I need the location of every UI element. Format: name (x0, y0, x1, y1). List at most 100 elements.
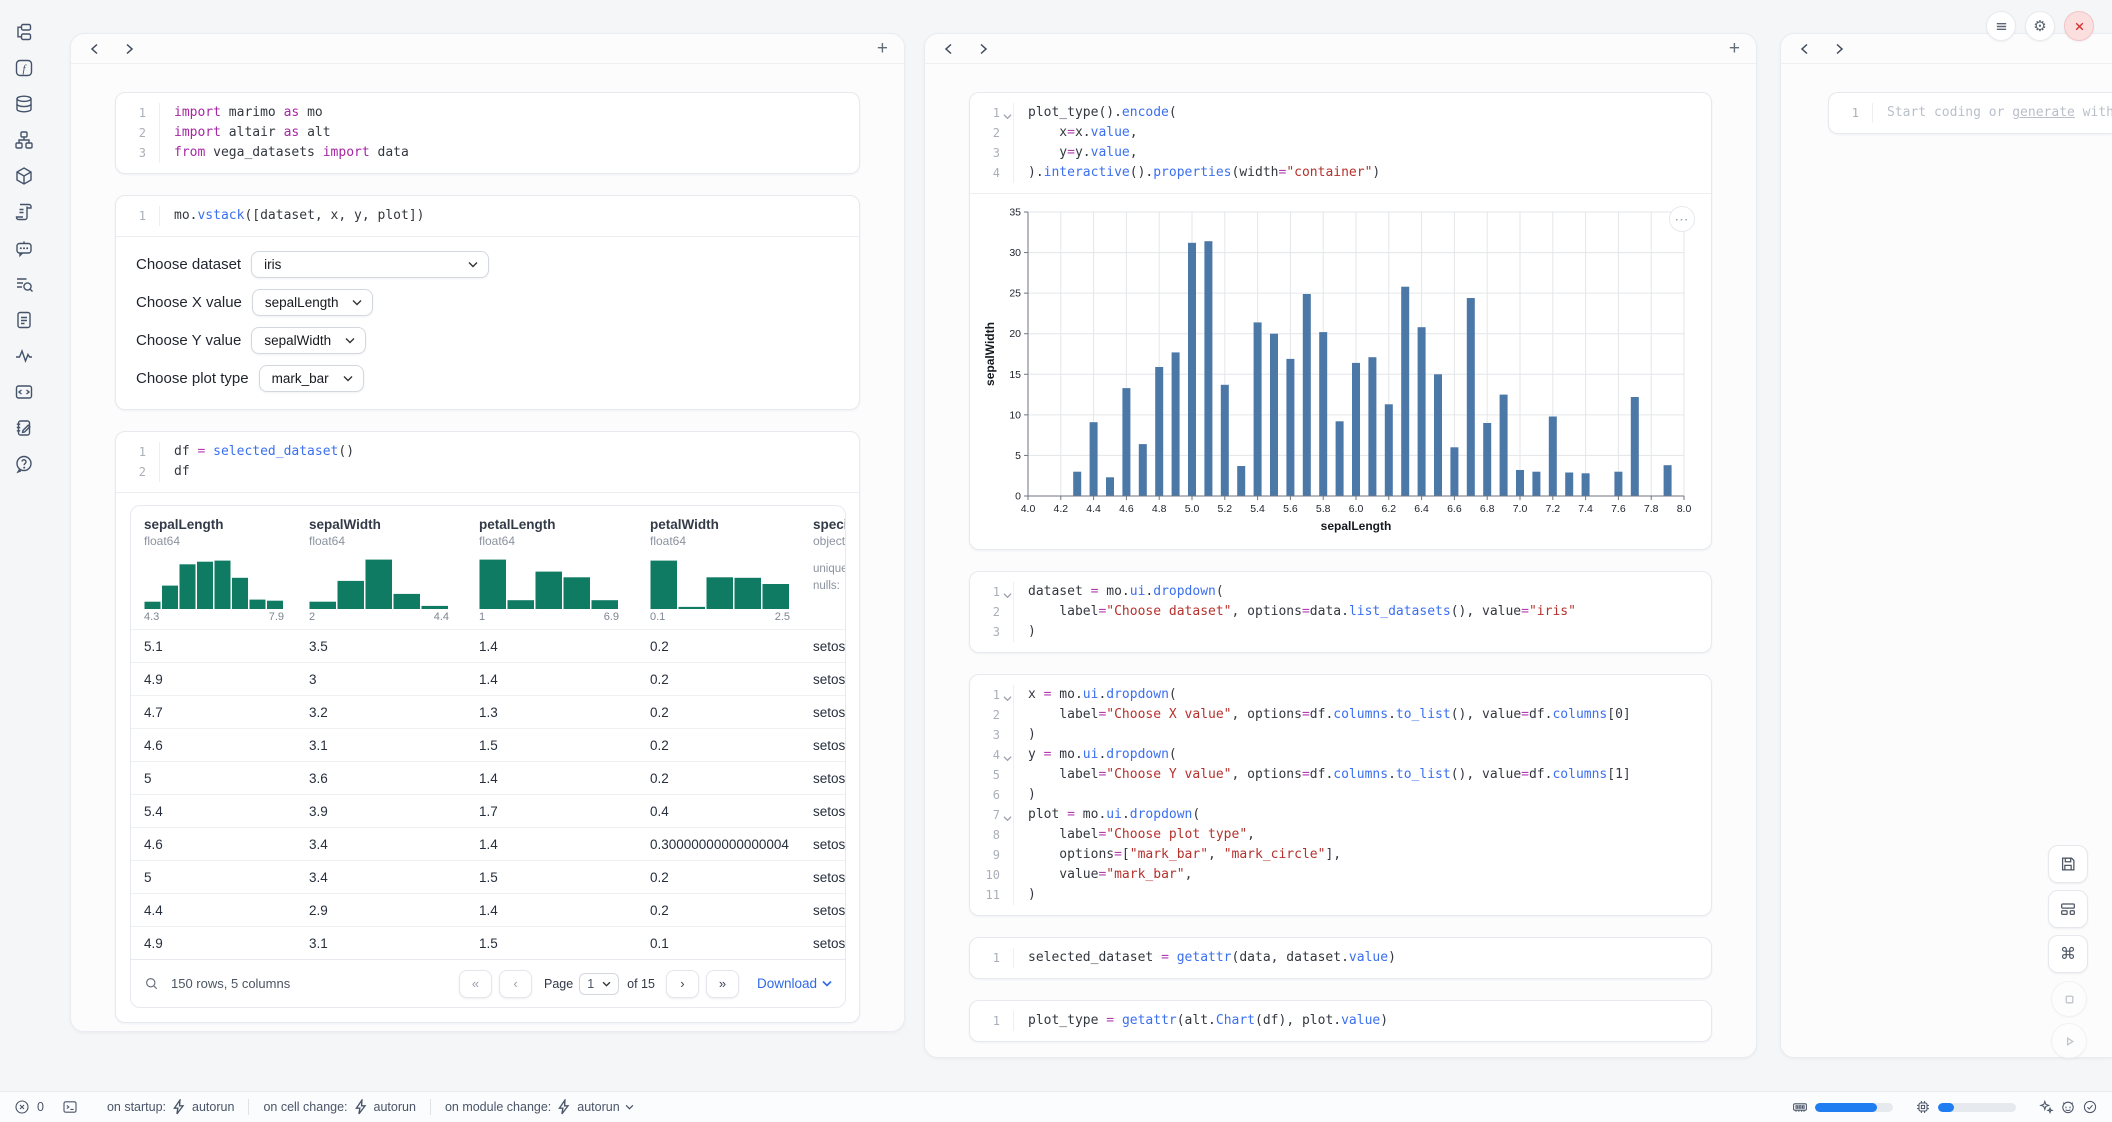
code-line[interactable]: 1x = mo.ui.dropdown( (970, 685, 1711, 705)
fold-toggle-icon[interactable] (1002, 749, 1012, 759)
choose-plot-type-select[interactable]: mark_bar (259, 365, 364, 392)
shutdown-button[interactable] (2064, 11, 2094, 41)
sidebar-chat-button[interactable] (0, 230, 48, 266)
fold-toggle-icon[interactable] (1002, 809, 1012, 819)
code-line[interactable]: 7plot = mo.ui.dropdown( (970, 805, 1711, 825)
code-line[interactable]: 9 options=["mark_bar", "mark_circle"], (970, 845, 1711, 865)
code-cell-vstack[interactable]: 1mo.vstack([dataset, x, y, plot]) Choose… (115, 195, 860, 410)
chart-output[interactable]: 4.04.24.44.64.85.05.25.45.65.86.06.26.46… (970, 194, 1711, 549)
code-line[interactable]: 1plot_type = getattr(alt.Chart(df), plot… (970, 1011, 1711, 1031)
bar-chart[interactable]: 4.04.24.44.64.85.05.25.45.65.86.06.26.46… (982, 202, 1699, 545)
code-line[interactable]: 2 label="Choose X value", options=df.col… (970, 705, 1711, 725)
choose-y-value-select[interactable]: sepalWidth (251, 327, 366, 354)
table-column-header[interactable]: sepalWidthfloat6424.4 (309, 517, 479, 623)
choose-dataset-select[interactable]: iris (251, 251, 489, 278)
notebook-menu-button[interactable] (1986, 11, 2016, 41)
code-line[interactable]: 3 y=y.value, (970, 143, 1711, 163)
sidebar-file-explorer-button[interactable] (0, 14, 48, 50)
table-row[interactable]: 53.61.40.2setosa (131, 761, 845, 794)
code-line[interactable]: 11) (970, 885, 1711, 905)
code-cell-selected-dataset[interactable]: 1selected_dataset = getattr(data, datase… (969, 937, 1712, 979)
choose-x-value-select[interactable]: sepalLength (252, 289, 374, 316)
table-row[interactable]: 5.13.51.40.2setosa (131, 629, 845, 662)
table-column-header[interactable]: petalWidthfloat640.12.5 (650, 517, 813, 623)
code-cell-plot-type[interactable]: 1plot_type = getattr(alt.Chart(df), plot… (969, 1000, 1712, 1042)
table-row[interactable]: 5.43.91.70.4setosa (131, 794, 845, 827)
fold-toggle-icon[interactable] (1002, 689, 1012, 699)
code-line[interactable]: 4y = mo.ui.dropdown( (970, 745, 1711, 765)
column-move-right-icon[interactable] (1831, 41, 1847, 57)
sidebar-tracing-button[interactable] (0, 338, 48, 374)
runtime-setting[interactable]: on cell change:autorun (263, 1099, 416, 1115)
layout-toggle-button[interactable] (2048, 890, 2088, 928)
chart-actions-button[interactable]: ⋯ (1669, 206, 1695, 232)
runtime-setting[interactable]: on startup:autorun (107, 1099, 234, 1115)
code-line[interactable]: 10 value="mark_bar", (970, 865, 1711, 885)
code-line[interactable]: 5 label="Choose Y value", options=df.col… (970, 765, 1711, 785)
add-cell-button[interactable]: + (877, 39, 888, 58)
column-move-right-icon[interactable] (121, 41, 137, 57)
table-column-header[interactable]: speciesobjectuniquenulls: (813, 517, 845, 623)
sidebar-datasources-button[interactable] (0, 86, 48, 122)
download-button[interactable]: Download (757, 976, 832, 991)
sidebar-snippets-button[interactable] (0, 374, 48, 410)
ai-sparkles-button[interactable] (2038, 1099, 2054, 1115)
code-line[interactable]: 1selected_dataset = getattr(data, datase… (970, 948, 1711, 968)
sidebar-packages-button[interactable] (0, 158, 48, 194)
code-line[interactable]: 2import altair as alt (116, 123, 859, 143)
run-button[interactable] (2051, 1023, 2087, 1059)
code-line[interactable]: 1Start coding or generate with AI (1829, 103, 2112, 123)
code-line[interactable]: 3) (970, 725, 1711, 745)
sidebar-scratchpad-button[interactable] (0, 410, 48, 446)
add-cell-button[interactable]: + (1729, 39, 1740, 58)
table-column-header[interactable]: petalLengthfloat6416.9 (479, 517, 650, 623)
sidebar-functions-button[interactable]: f (0, 50, 48, 86)
column-move-right-icon[interactable] (975, 41, 991, 57)
code-line[interactable]: 8 label="Choose plot type", (970, 825, 1711, 845)
code-line[interactable]: 4).interactive().properties(width="conta… (970, 163, 1711, 183)
sidebar-help-button[interactable] (0, 446, 48, 482)
github-copilot-icon[interactable] (2060, 1099, 2076, 1115)
table-row[interactable]: 4.73.21.30.2setosa (131, 695, 845, 728)
code-line[interactable]: 6) (970, 785, 1711, 805)
code-cell-imports[interactable]: 1import marimo as mo2import altair as al… (115, 92, 860, 174)
table-row[interactable]: 4.931.40.2setosa (131, 662, 845, 695)
code-editor-placeholder[interactable]: 1Start coding or generate with AI (1829, 93, 2112, 133)
code-cell-xyplot-dropdowns[interactable]: 1x = mo.ui.dropdown(2 label="Choose X va… (969, 674, 1712, 916)
code-editor[interactable]: 1dataset = mo.ui.dropdown(2 label="Choos… (970, 572, 1711, 652)
code-line[interactable]: 1dataset = mo.ui.dropdown( (970, 582, 1711, 602)
code-cell-dataframe[interactable]: 1df = selected_dataset()2df sepalLengthf… (115, 431, 860, 1023)
column-move-left-icon[interactable] (87, 41, 103, 57)
table-row[interactable]: 4.63.11.50.2setosa (131, 728, 845, 761)
column-move-left-icon[interactable] (941, 41, 957, 57)
next-page-button[interactable]: › (666, 970, 699, 998)
stop-button[interactable] (2051, 981, 2087, 1017)
code-editor[interactable]: 1selected_dataset = getattr(data, datase… (970, 938, 1711, 978)
code-line[interactable]: 2 label="Choose dataset", options=data.l… (970, 602, 1711, 622)
keyboard-shortcuts-button[interactable]: ⌘ (2048, 935, 2088, 973)
code-line[interactable]: 3from vega_datasets import data (116, 143, 859, 163)
code-editor[interactable]: 1plot_type = getattr(alt.Chart(df), plot… (970, 1001, 1711, 1041)
sidebar-table-of-contents-button[interactable] (0, 266, 48, 302)
table-row[interactable]: 53.41.50.2setosa (131, 860, 845, 893)
settings-gear-button[interactable]: ⚙ (2025, 11, 2055, 41)
prev-page-button[interactable]: ‹ (499, 970, 532, 998)
code-editor[interactable]: 1df = selected_dataset()2df (116, 432, 859, 492)
code-line[interactable]: 1df = selected_dataset() (116, 442, 859, 462)
code-editor[interactable]: 1x = mo.ui.dropdown(2 label="Choose X va… (970, 675, 1711, 915)
sidebar-dependency-graph-button[interactable] (0, 122, 48, 158)
code-line[interactable]: 2df (116, 462, 859, 482)
table-row[interactable]: 4.63.41.40.30000000000000004setosa (131, 827, 845, 860)
code-cell-dataset-dropdown[interactable]: 1dataset = mo.ui.dropdown(2 label="Choos… (969, 571, 1712, 653)
code-line[interactable]: 3) (970, 622, 1711, 642)
code-line[interactable]: 1plot_type().encode( (970, 103, 1711, 123)
error-count[interactable]: 0 (14, 1099, 44, 1115)
runtime-setting[interactable]: on module change:autorun (445, 1099, 634, 1115)
code-editor[interactable]: 1import marimo as mo2import altair as al… (116, 93, 859, 173)
code-editor[interactable]: 1plot_type().encode(2 x=x.value,3 y=y.va… (970, 93, 1711, 193)
search-icon[interactable] (144, 976, 159, 991)
code-editor[interactable]: 1mo.vstack([dataset, x, y, plot]) (116, 196, 859, 236)
page-select[interactable]: 1 (579, 973, 619, 995)
code-line[interactable]: 2 x=x.value, (970, 123, 1711, 143)
code-cell-plot[interactable]: 1plot_type().encode(2 x=x.value,3 y=y.va… (969, 92, 1712, 550)
